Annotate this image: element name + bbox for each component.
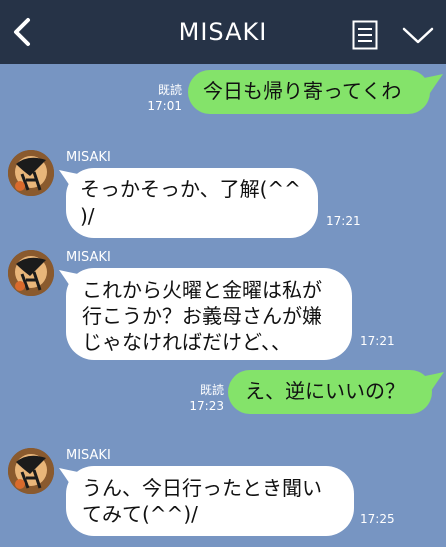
message-time: 17:21 [360, 334, 395, 348]
message-meta: 既読 17:01 [146, 82, 182, 114]
sender-name: MISAKI [66, 150, 111, 165]
message-bubble-incoming[interactable]: うん、今日行ったとき聞い てみて(^^)/ [66, 466, 354, 536]
sender-name: MISAKI [66, 250, 111, 265]
menu-button[interactable] [401, 22, 435, 48]
message-bubble-outgoing[interactable]: え、逆にいいの？ [228, 370, 432, 414]
read-label: 既読 [157, 83, 182, 97]
message-time: 17:01 [147, 99, 182, 113]
message-time: 17:21 [326, 214, 361, 228]
message-time: 17:23 [189, 399, 224, 413]
avatar[interactable] [8, 250, 54, 296]
bubble-tail [425, 372, 444, 394]
chat-area[interactable]: 既読 17:01 今日も帰り寄ってくわ MISAKI そっかそっか、了解(^^ … [0, 64, 446, 547]
message-text: 今日も帰り寄ってくわ [203, 79, 402, 103]
avatar[interactable] [8, 448, 54, 494]
message-text-line: )/ [80, 204, 95, 228]
avatar-image-icon [8, 150, 54, 196]
message-text-line: これから火曜と金曜は私が [82, 278, 322, 302]
avatar-image-icon [8, 448, 54, 494]
chat-title: MISAKI [178, 18, 268, 46]
message-text: え、逆にいいの？ [245, 379, 405, 403]
avatar-image-icon [8, 250, 54, 296]
message-text-line: じゃなければだけど、、 [82, 330, 291, 354]
bubble-tail [424, 74, 443, 96]
avatar[interactable] [8, 150, 54, 196]
read-label: 既読 [199, 383, 224, 397]
sender-name: MISAKI [66, 448, 111, 463]
message-time: 17:25 [360, 512, 395, 526]
note-icon [352, 20, 378, 50]
chevron-down-icon [402, 27, 434, 44]
note-button[interactable] [352, 20, 378, 50]
chat-header: MISAKI [0, 0, 446, 64]
message-bubble-outgoing[interactable]: 今日も帰り寄ってくわ [188, 70, 430, 114]
message-bubble-incoming[interactable]: そっかそっか、了解(^^ )/ [66, 168, 318, 238]
message-text-line: てみて(^^)/ [82, 502, 198, 526]
message-meta: 既読 17:23 [186, 382, 224, 414]
message-text-line: そっかそっか、了解(^^ [80, 177, 301, 201]
message-text-line: 行こうか？お義母さんが嫌 [82, 304, 322, 328]
message-bubble-incoming[interactable]: これから火曜と金曜は私が 行こうか？お義母さんが嫌 じゃなければだけど、、 [66, 268, 352, 360]
message-text-line: うん、今日行ったとき聞い [82, 476, 322, 500]
